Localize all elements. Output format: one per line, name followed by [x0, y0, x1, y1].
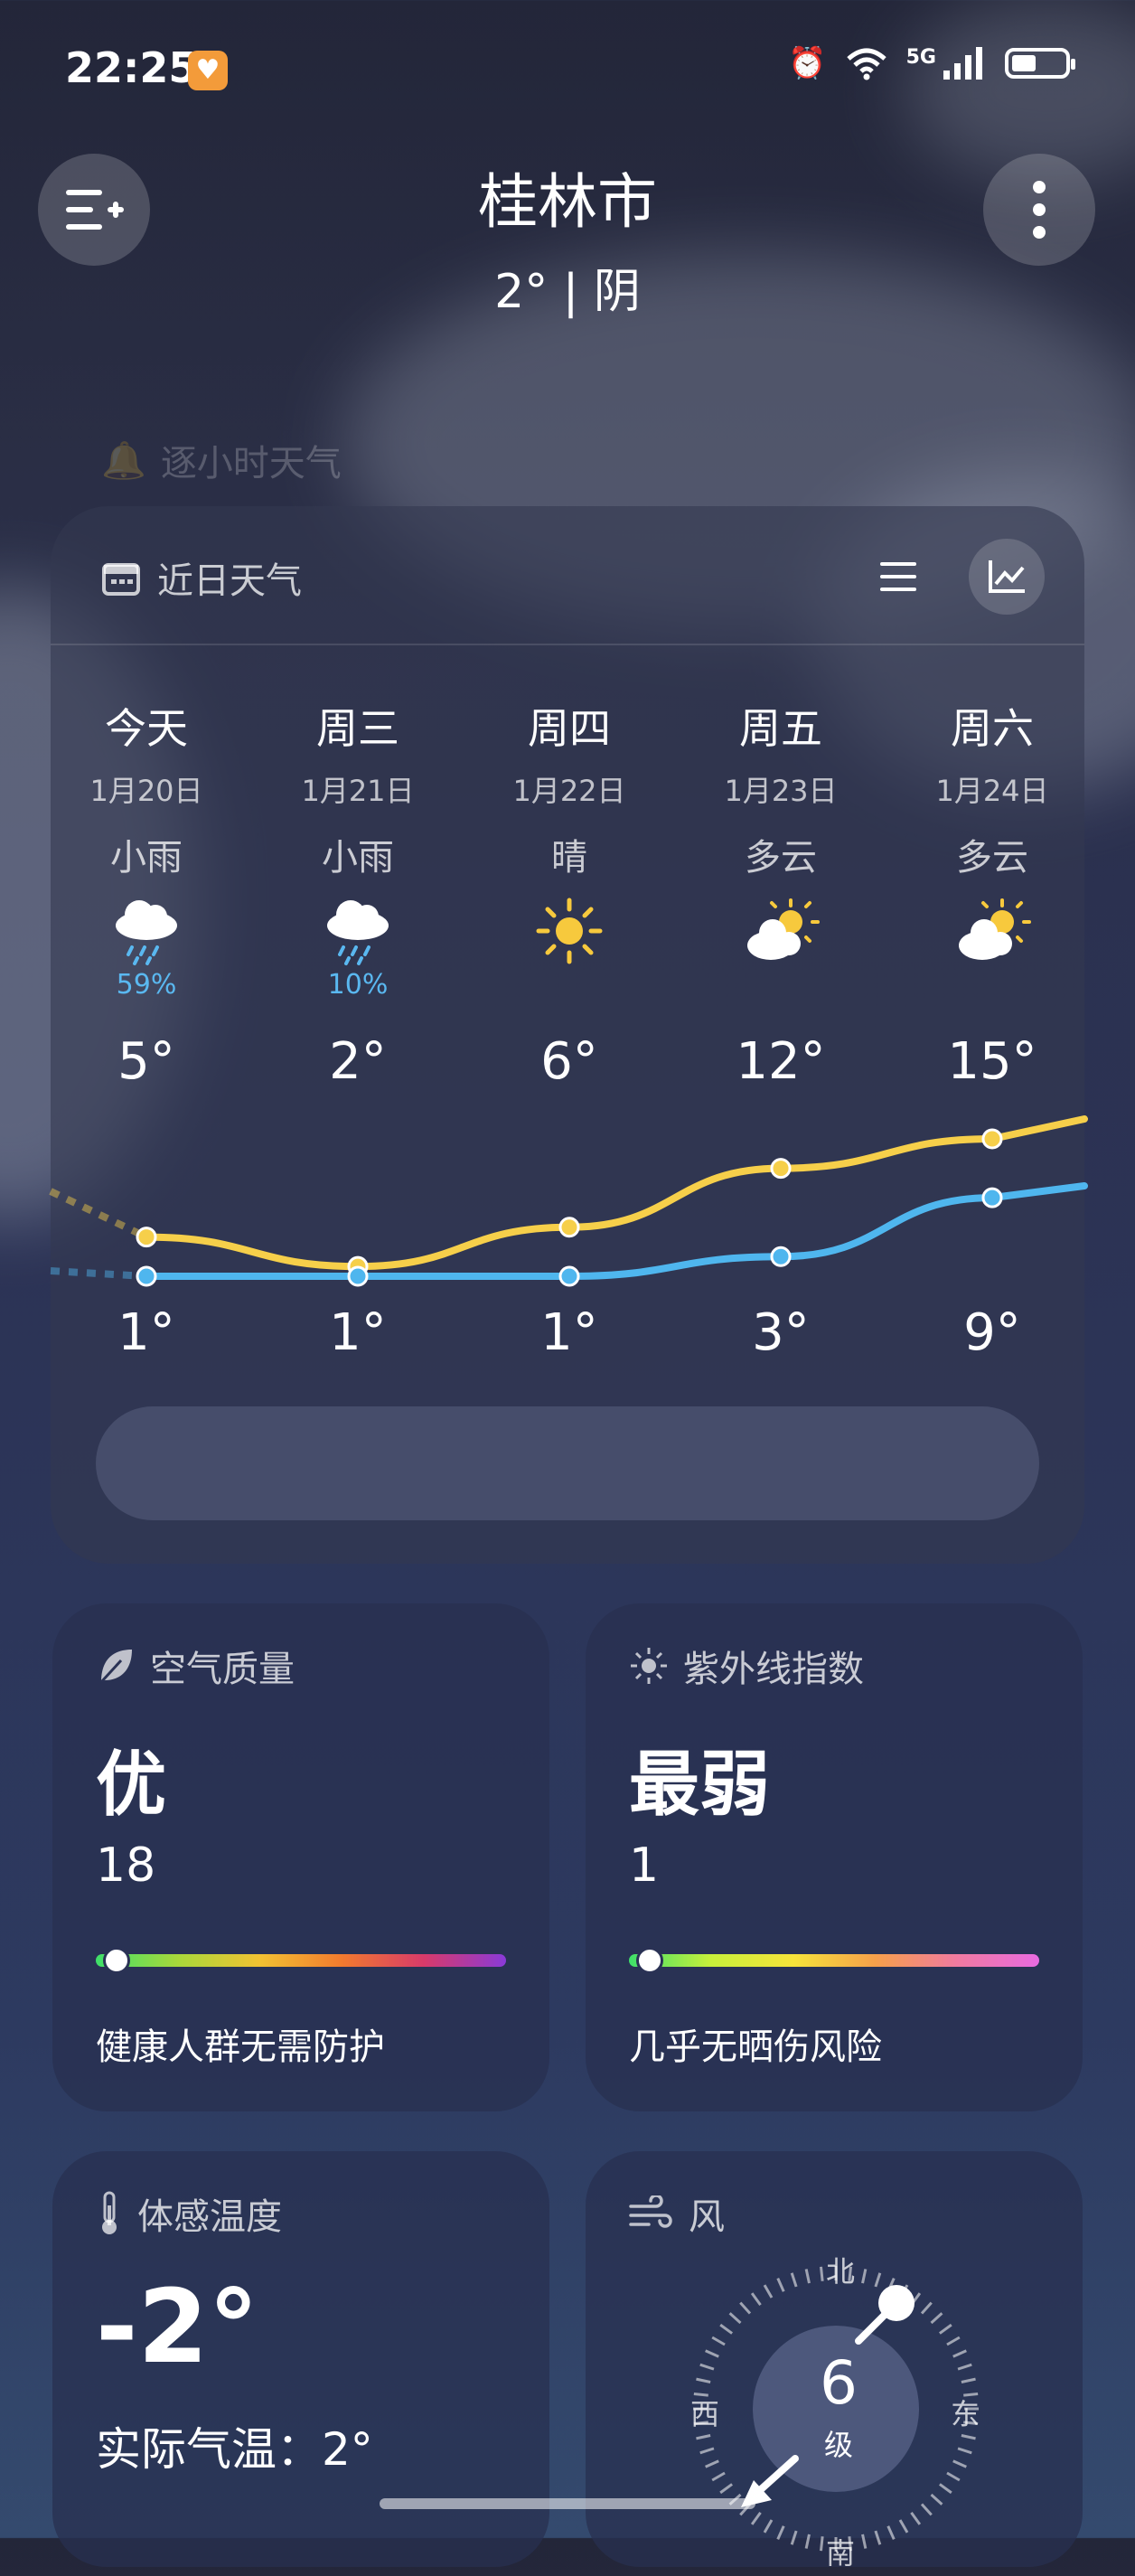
- temperature-point: [981, 1187, 1003, 1208]
- compass-tick: [719, 2323, 734, 2335]
- thermometer-icon: [102, 2191, 117, 2234]
- temperature-point: [136, 1227, 157, 1248]
- compass-tick: [699, 2447, 715, 2455]
- forecast-more-button[interactable]: [96, 1406, 1039, 1520]
- uv-level: 最弱: [629, 1744, 771, 1826]
- actual-temperature: 实际气温：2°: [96, 2423, 373, 2476]
- air-quality-note: 健康人群无需防护: [96, 2026, 385, 2068]
- compass-tick: [861, 2534, 868, 2549]
- compass-tick: [750, 2292, 762, 2307]
- compass-tick: [874, 2272, 882, 2288]
- compass-tick: [711, 2336, 726, 2346]
- leaf-icon: [99, 1650, 132, 1684]
- temperature-point: [770, 1158, 792, 1180]
- compass-tick: [699, 2363, 715, 2371]
- air-quality-value: 18: [96, 1838, 156, 1893]
- yesterday-trend-line: [50, 1267, 147, 1280]
- compass-tick: [946, 2336, 961, 2346]
- day-low: 3°: [752, 1303, 810, 1362]
- compass-tick: [938, 2323, 952, 2335]
- air-quality-indicator: [102, 1947, 130, 1974]
- compass-east: 东: [951, 2397, 980, 2431]
- compass-tick: [952, 2459, 967, 2468]
- day-low: 1°: [117, 1303, 175, 1362]
- uv-indicator: [635, 1947, 663, 1974]
- compass-tick: [861, 2269, 868, 2284]
- air-quality-scale: [96, 1954, 506, 1967]
- temperature-point: [136, 1265, 157, 1287]
- wind-title: 风: [689, 2196, 725, 2238]
- compass-tick: [790, 2272, 798, 2288]
- compass-west: 西: [690, 2397, 720, 2431]
- compass-tick: [705, 2349, 719, 2358]
- wind-level: 6: [820, 2348, 858, 2418]
- uv-scale: [629, 1954, 1039, 1967]
- compass-tick: [728, 2312, 742, 2325]
- compass-tick: [957, 2447, 972, 2455]
- compass-tick: [946, 2471, 961, 2482]
- compass-tick: [957, 2363, 972, 2371]
- wind-unit: 级: [823, 2428, 853, 2462]
- compass-north: 北: [826, 2254, 856, 2289]
- compass-tick: [776, 2278, 785, 2292]
- day-low: 1°: [329, 1303, 387, 1362]
- compass-tick: [930, 2493, 943, 2505]
- home-indicator[interactable]: [380, 2498, 755, 2509]
- compass-tick: [804, 2269, 811, 2284]
- compass-tick: [804, 2534, 811, 2549]
- compass-tick: [719, 2483, 734, 2495]
- day-low: 1°: [540, 1303, 598, 1362]
- compass-tick: [961, 2434, 976, 2440]
- compass-tick: [938, 2483, 952, 2495]
- compass-tick: [910, 2511, 922, 2525]
- compass-tick: [920, 2503, 933, 2516]
- compass-tick: [739, 2301, 752, 2315]
- compass-tick: [952, 2349, 967, 2358]
- temperature-line: [143, 1115, 1088, 1271]
- compass-tick: [961, 2377, 976, 2383]
- uv-note: 几乎无晒伤风险: [629, 2026, 882, 2068]
- compass-tick: [763, 2284, 774, 2299]
- temperature-chart: [49, 1115, 1088, 1287]
- wind-icon: [629, 2195, 672, 2228]
- feels-like-title: 体感温度: [137, 2196, 282, 2238]
- compass-tick: [696, 2434, 711, 2440]
- sun-small-icon: [631, 1648, 667, 1684]
- compass-south: 南: [826, 2536, 856, 2571]
- compass-tick: [711, 2471, 726, 2482]
- compass-tick: [750, 2511, 762, 2525]
- compass-tick: [819, 2266, 824, 2281]
- compass-tick: [886, 2525, 896, 2540]
- temperature-point: [558, 1265, 580, 1287]
- temperature-point: [347, 1265, 369, 1287]
- compass-tick: [819, 2536, 824, 2552]
- day-low: 9°: [963, 1303, 1021, 1362]
- compass-tick: [920, 2301, 933, 2315]
- compass-tick: [930, 2312, 943, 2325]
- air-quality-title: 空气质量: [150, 1649, 295, 1690]
- feels-like-value: -2°: [96, 2269, 259, 2386]
- compass-tick: [705, 2459, 719, 2468]
- yesterday-trend-line: [49, 1188, 148, 1241]
- air-quality-card[interactable]: 空气质量 优 18 健康人群无需防护: [52, 1603, 549, 2111]
- temperature-point: [981, 1128, 1003, 1150]
- temperature-point: [770, 1246, 792, 1267]
- air-quality-level: 优: [96, 1744, 167, 1826]
- compass-tick: [763, 2519, 774, 2534]
- uv-value: 1: [629, 1838, 660, 1893]
- temperature-point: [558, 1217, 580, 1238]
- compass-tick: [696, 2377, 711, 2383]
- forecast-card: 近日天气 今天 1月20日 小雨 59% 5° 周三 1月21日 小雨 10% …: [49, 506, 1088, 1564]
- uv-title: 紫外线指数: [683, 1649, 864, 1690]
- compass-tick: [776, 2525, 785, 2540]
- compass-tick: [898, 2519, 909, 2534]
- uv-index-card[interactable]: 紫外线指数 最弱 1 几乎无晒伤风险: [586, 1603, 1083, 2111]
